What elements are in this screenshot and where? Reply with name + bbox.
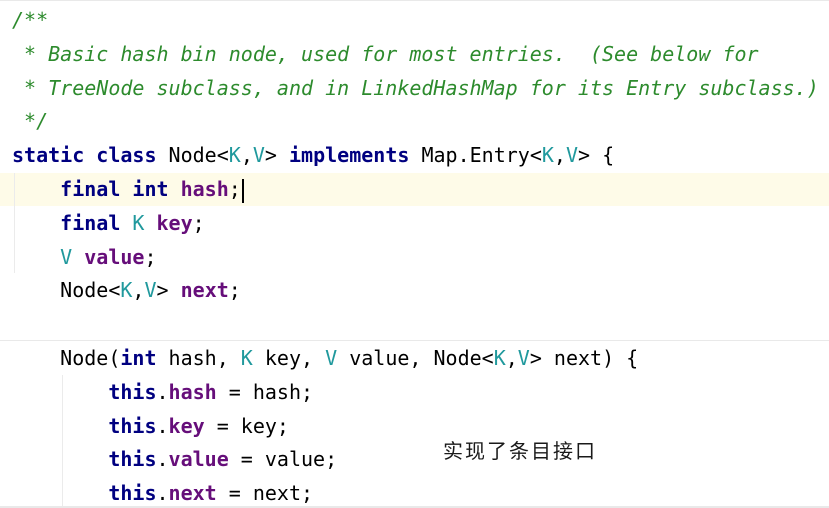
code-token: value [168, 447, 229, 472]
code-token: ; [228, 278, 241, 303]
code-token: hash, [168, 346, 241, 370]
code-token: > [156, 278, 181, 303]
code-token: */ [12, 109, 49, 134]
code-line[interactable]: this.next = next; [12, 476, 313, 508]
code-token: . [156, 481, 169, 506]
code-token: = next; [216, 481, 314, 506]
code-token: key [168, 413, 205, 438]
code-token: this [108, 379, 157, 404]
code-token: value [84, 244, 145, 269]
code-token: key, [264, 346, 326, 370]
code-line[interactable]: Node<K,V> next; [12, 273, 241, 307]
code-token: . [156, 413, 169, 438]
code-token: int [120, 346, 169, 370]
code-token: > [264, 143, 289, 168]
code-token: . [156, 447, 169, 472]
code-token: this [108, 447, 157, 472]
code-token: /** [12, 8, 49, 32]
annotation-note: 实现了条目接口 [443, 439, 597, 463]
code-line[interactable]: Node(int hash, K key, V value, Node<K,V>… [12, 341, 638, 375]
code-token: K [240, 346, 265, 370]
code-token: final [60, 210, 133, 235]
code-token: , [505, 346, 518, 370]
code-token: > { [578, 143, 615, 168]
code-token: hash [180, 177, 229, 201]
code-token: V [144, 278, 157, 303]
code-token: K [541, 143, 554, 168]
code-token: V [252, 143, 265, 168]
code-token: Map.Entry< [421, 143, 542, 168]
code-token: Node< [12, 278, 121, 303]
code-line[interactable]: V value; [12, 240, 157, 274]
code-token: this [108, 481, 157, 506]
code-token: * Basic hash bin node, used for most ent… [12, 41, 759, 66]
code-token: K [132, 210, 157, 235]
code-token: ; [228, 177, 241, 201]
code-editor[interactable]: /** * Basic hash bin node, used for most… [0, 0, 829, 508]
code-token: ; [144, 244, 157, 269]
code-token: static class [12, 143, 169, 168]
code-token: next [168, 481, 217, 506]
code-token: implements [289, 143, 422, 168]
code-token: * TreeNode subclass, and in LinkedHashMa… [12, 75, 819, 100]
code-line[interactable]: this.value = value; [12, 442, 337, 476]
code-token: V [325, 346, 350, 370]
code-token: V [517, 346, 530, 370]
code-line[interactable]: * Basic hash bin node, used for most ent… [12, 37, 759, 71]
code-token: Node( [12, 346, 121, 370]
code-token: ; [192, 210, 205, 235]
code-token: V [565, 143, 579, 168]
code-line[interactable]: final int hash; [12, 172, 244, 206]
editor-top-border [0, 0, 829, 1]
code-token: this [108, 413, 157, 438]
code-token: V [60, 244, 85, 269]
code-line[interactable]: * TreeNode subclass, and in LinkedHashMa… [12, 71, 819, 105]
code-token: K [493, 346, 506, 370]
code-token: , [132, 278, 145, 303]
code-token: = value; [228, 447, 338, 472]
code-token: Node< [168, 143, 229, 168]
code-line[interactable]: /** [12, 3, 48, 37]
code-token: = key; [204, 413, 289, 438]
code-token: K [228, 143, 241, 168]
code-line[interactable]: static class Node<K,V> implements Map.En… [12, 138, 614, 172]
code-token: > next) { [529, 346, 639, 370]
code-token: , [240, 143, 253, 168]
code-line[interactable]: this.hash = hash; [12, 375, 313, 409]
code-line[interactable]: this.key = key; [12, 409, 289, 443]
code-token: hash [168, 379, 217, 404]
code-token: final int [60, 177, 181, 201]
text-caret [241, 178, 244, 203]
code-line[interactable]: final K key; [12, 206, 205, 240]
code-token: key [156, 210, 193, 235]
code-token: = hash; [216, 379, 314, 404]
code-token: , [553, 143, 566, 168]
code-token: next [180, 278, 229, 303]
code-token: . [156, 379, 169, 404]
code-token: K [120, 278, 133, 303]
code-token: value, Node< [349, 346, 494, 370]
code-line[interactable]: */ [12, 104, 48, 138]
